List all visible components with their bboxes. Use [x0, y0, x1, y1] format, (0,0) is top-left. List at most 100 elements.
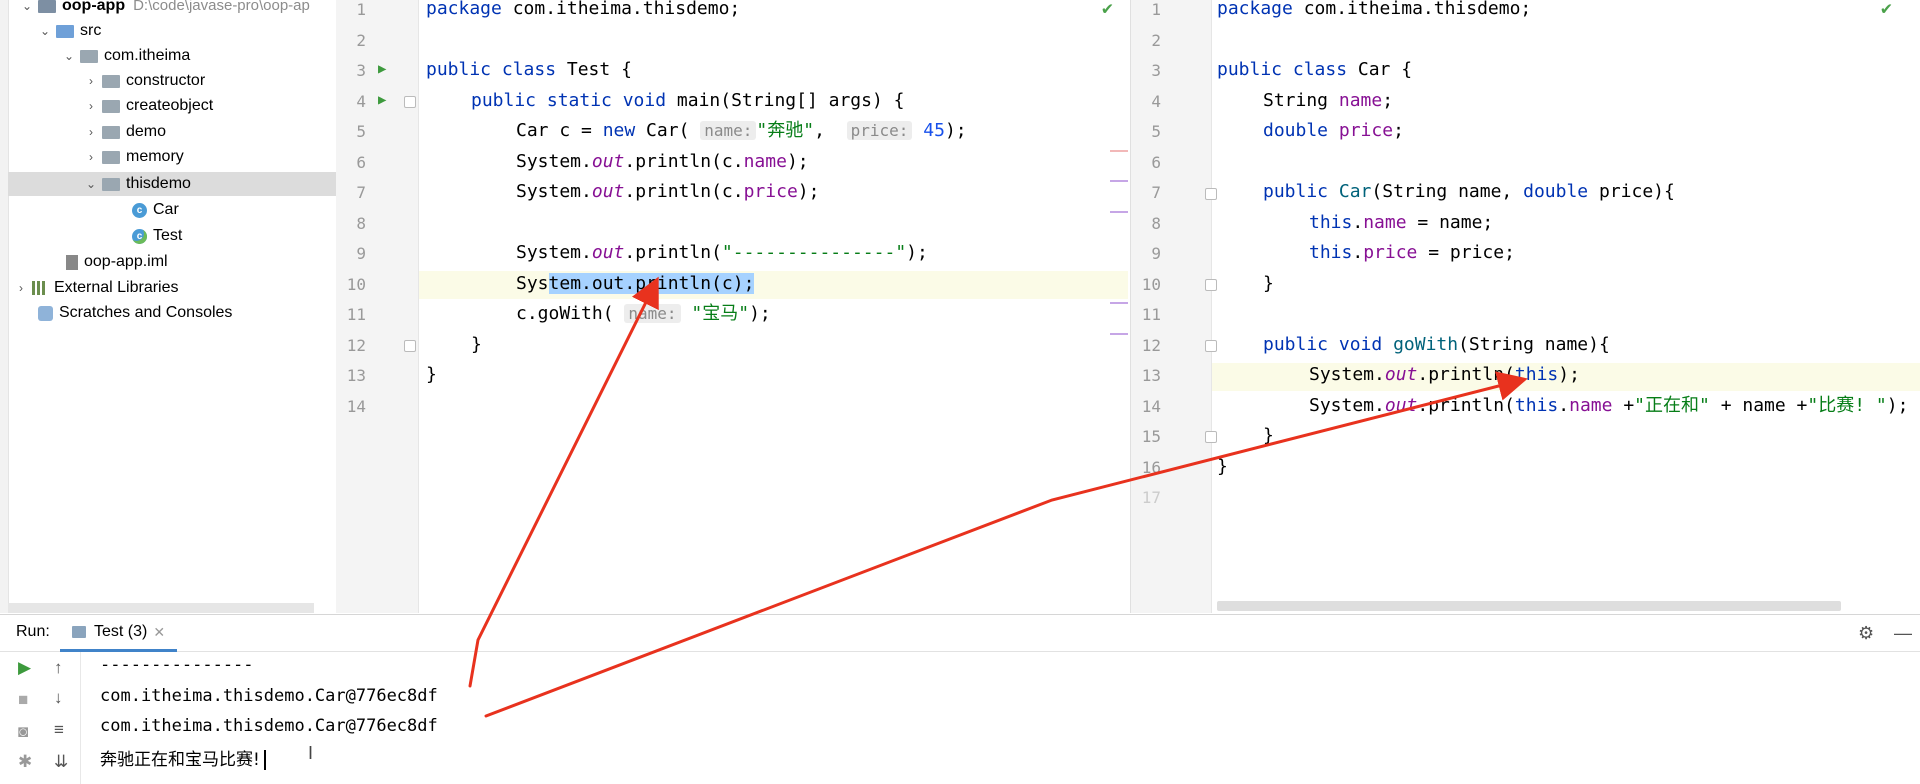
- code-line-11: c.goWith( name: "宝马");: [516, 301, 771, 331]
- package-icon: [102, 150, 120, 164]
- code-token: ,: [814, 120, 825, 141]
- fold-marker-icon[interactable]: [1205, 188, 1217, 200]
- soft-wrap-icon[interactable]: ≡: [54, 720, 64, 740]
- tree-label-car: Car: [153, 201, 179, 218]
- code-token: double: [1263, 120, 1329, 141]
- line-number: 17: [1141, 488, 1161, 507]
- run-gutter-icon[interactable]: ▶: [378, 61, 386, 77]
- fold-marker-icon[interactable]: [1205, 279, 1217, 291]
- settings-small-icon[interactable]: ✱: [18, 752, 32, 772]
- code-token: 45: [923, 120, 945, 141]
- editor-test-java[interactable]: 1 2 3 4 5 6 7 8 9 10 11 12 13 14 ▶ ▶ ✔ p…: [336, 0, 1128, 613]
- close-icon[interactable]: ✕: [153, 624, 165, 641]
- chevron-right-icon[interactable]: ›: [84, 145, 98, 169]
- tree-label-thisdemo: thisdemo: [126, 175, 191, 192]
- chevron-right-icon[interactable]: ›: [14, 276, 28, 300]
- code-token: com.itheima.thisdemo;: [501, 0, 741, 19]
- tree-node-external-libraries[interactable]: › External Libraries: [14, 276, 179, 300]
- code-token: com.itheima.thisdemo;: [1292, 0, 1532, 19]
- code-line-4: public static void main(String[] args) {: [471, 88, 905, 118]
- code-line-5: Car c = new Car( name: "奔驰", price: 45);: [516, 118, 967, 148]
- tree-label-test: Test: [153, 227, 183, 244]
- package-icon: [102, 125, 120, 139]
- stop-icon[interactable]: ■: [18, 690, 28, 710]
- code-token: double: [1523, 181, 1589, 202]
- chevron-down-icon[interactable]: ⌄: [62, 44, 76, 68]
- code-line-13: }: [426, 362, 437, 392]
- tree-node-demo[interactable]: › demo: [84, 120, 166, 144]
- project-horizontal-scrollbar[interactable]: [8, 603, 314, 613]
- run-gutter-icon[interactable]: ▶: [378, 92, 386, 108]
- line-number: 13: [346, 366, 366, 385]
- code-token: "奔驰": [756, 120, 815, 141]
- tree-node-memory[interactable]: › memory: [84, 145, 184, 169]
- rerun-icon[interactable]: ▶: [18, 658, 31, 678]
- iml-file-icon: [66, 254, 78, 270]
- chevron-down-icon[interactable]: ⌄: [38, 19, 52, 43]
- fold-marker-icon[interactable]: [404, 96, 416, 108]
- camera-icon[interactable]: ◙: [18, 722, 28, 742]
- tree-node-constructor[interactable]: › constructor: [84, 69, 205, 93]
- line-number: 14: [1141, 397, 1161, 416]
- chevron-right-icon[interactable]: ›: [84, 69, 98, 93]
- code-token: }: [1263, 273, 1274, 294]
- tree-node-src[interactable]: ⌄ src: [38, 19, 101, 43]
- parameter-hint: name:: [700, 121, 757, 140]
- code-token: out: [591, 242, 625, 263]
- code-token: (String name){: [1458, 334, 1610, 355]
- fold-marker-icon[interactable]: [1205, 431, 1217, 443]
- code-line-9: this.price = price;: [1309, 242, 1515, 263]
- editor-horizontal-scrollbar[interactable]: [1217, 601, 1841, 611]
- tree-node-scratches[interactable]: Scratches and Consoles: [38, 301, 232, 325]
- run-side-toolbar: ▶ ↑ ■ ↓ ◙ ≡ ✱ ⇊: [0, 652, 81, 784]
- tree-node-iml[interactable]: oop-app.iml: [66, 250, 168, 274]
- fold-marker-icon[interactable]: [404, 340, 416, 352]
- code-token: out: [1384, 364, 1418, 385]
- code-token: name: [1569, 395, 1613, 416]
- chevron-right-icon[interactable]: ›: [84, 120, 98, 144]
- minimize-icon[interactable]: —: [1894, 623, 1912, 644]
- console-output-line-last: 奔驰正在和宝马比赛!: [100, 745, 266, 770]
- chevron-down-icon[interactable]: ⌄: [84, 172, 98, 196]
- code-line-10: }: [1263, 271, 1274, 301]
- editor-gutter: 1 2 3 4 5 6 7 8 9 10 11 12 13 14 ▶ ▶: [336, 0, 419, 613]
- tree-node-car[interactable]: c Car: [132, 198, 179, 222]
- code-line-12: public void goWith(String name){: [1263, 332, 1610, 362]
- code-token: out: [591, 151, 625, 172]
- tree-label-demo: demo: [126, 123, 167, 140]
- inspection-ok-icon[interactable]: ✔: [1881, 0, 1892, 19]
- code-token: new: [602, 120, 636, 141]
- run-tab-test[interactable]: Test (3) ✕: [60, 615, 178, 652]
- scroll-to-end-icon[interactable]: ⇊: [54, 752, 68, 772]
- editor-car-java[interactable]: 1 2 3 4 5 6 7 8 9 10 11 12 13 14 15 16 1…: [1130, 0, 1920, 613]
- tree-node-test[interactable]: c Test: [132, 224, 182, 248]
- code-token: name: [743, 151, 787, 172]
- line-number: 4: [1151, 92, 1161, 111]
- tree-node-com-itheima[interactable]: ⌄ com.itheima: [62, 44, 190, 68]
- code-token: price: [743, 181, 798, 202]
- arrow-down-icon[interactable]: ↓: [54, 688, 63, 708]
- code-token: (String name,: [1371, 181, 1524, 202]
- code-token: .println(: [1417, 364, 1515, 385]
- runnable-class-icon: c: [132, 228, 147, 244]
- code-line-3: public class Test {: [426, 57, 632, 87]
- line-number: 2: [1151, 31, 1161, 50]
- tree-node-createobject[interactable]: › createobject: [84, 94, 213, 118]
- tree-node-oop-app[interactable]: ⌄ oop-app D:\code\javase-pro\oop-ap: [20, 0, 310, 18]
- selected-text[interactable]: tem.out.println(c);: [548, 273, 755, 294]
- scratches-icon: [38, 305, 53, 321]
- tree-node-thisdemo[interactable]: ⌄ thisdemo: [8, 172, 336, 196]
- line-number: 3: [1151, 61, 1161, 80]
- code-token: Car(: [635, 120, 690, 141]
- fold-marker-icon[interactable]: [1205, 340, 1217, 352]
- line-number: 5: [356, 122, 366, 141]
- module-folder-icon: [38, 0, 56, 13]
- line-number: 11: [346, 305, 366, 324]
- chevron-down-icon[interactable]: ⌄: [20, 0, 34, 18]
- code-token: out: [591, 181, 625, 202]
- gear-icon[interactable]: ⚙: [1858, 623, 1874, 644]
- inspection-ok-icon[interactable]: ✔: [1102, 0, 1113, 19]
- arrow-up-icon[interactable]: ↑: [54, 658, 63, 678]
- line-number: 2: [356, 31, 366, 50]
- chevron-right-icon[interactable]: ›: [84, 94, 98, 118]
